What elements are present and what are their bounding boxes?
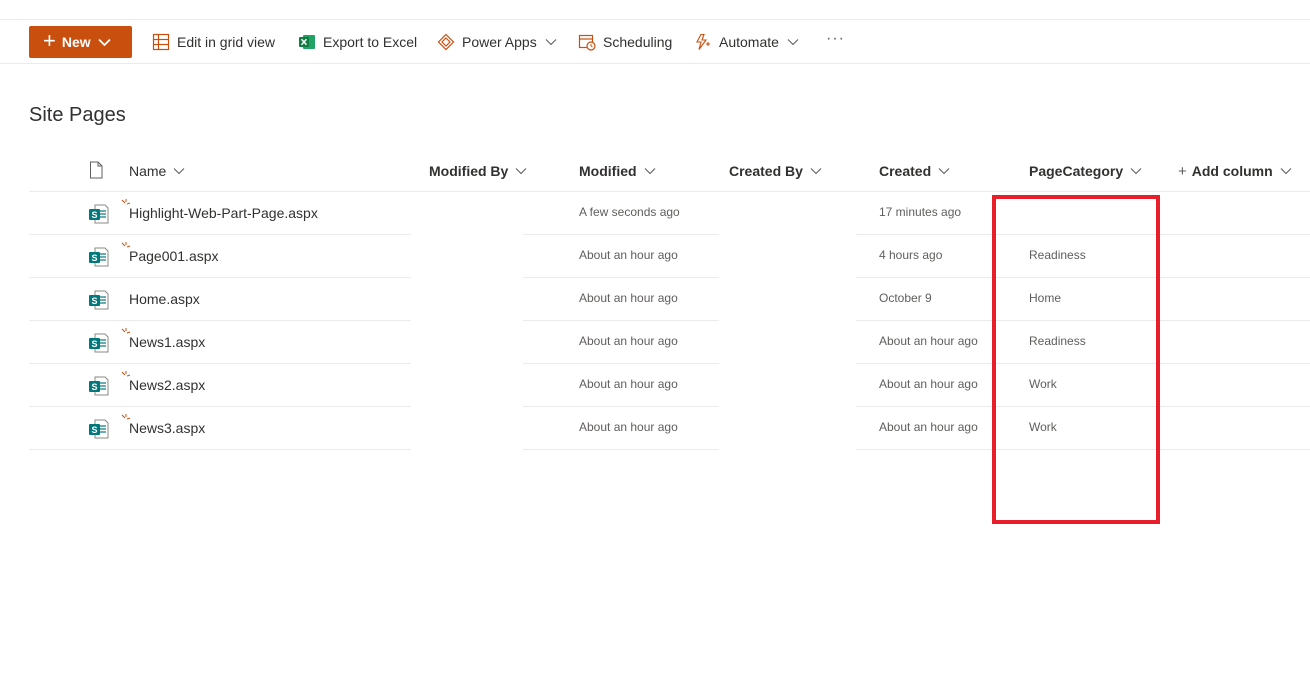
svg-text:S: S	[91, 425, 97, 435]
svg-text:S: S	[91, 339, 97, 349]
file-name-link[interactable]: News1.aspx	[129, 334, 205, 350]
column-header-name-label: Name	[129, 163, 167, 179]
file-name-link[interactable]: Page001.aspx	[129, 248, 219, 264]
export-to-excel-label: Export to Excel	[323, 34, 418, 50]
chevron-down-icon	[938, 167, 950, 175]
column-header-modified[interactable]: Modified	[579, 152, 656, 190]
created-cell: About an hour ago	[879, 420, 978, 434]
automate-button[interactable]: Automate	[693, 26, 799, 58]
add-column-label: Add column	[1191, 163, 1273, 179]
column-header-modified-by[interactable]: Modified By	[429, 152, 527, 190]
power-apps-button[interactable]: Power Apps	[436, 26, 557, 58]
new-button[interactable]: + New	[29, 26, 132, 58]
row-divider	[523, 449, 719, 450]
power-apps-icon	[436, 32, 456, 52]
add-icon: +	[1178, 162, 1187, 180]
chevron-down-icon	[545, 38, 557, 46]
power-apps-label: Power Apps	[462, 34, 537, 50]
scheduling-button[interactable]: Scheduling	[577, 26, 672, 58]
column-header-created[interactable]: Created	[879, 152, 950, 190]
chevron-down-icon	[1280, 167, 1292, 175]
sharepoint-page-icon: S	[88, 246, 110, 268]
created-cell: About an hour ago	[879, 377, 978, 391]
column-header-created-by[interactable]: Created By	[729, 152, 822, 190]
column-header-page-category-label: PageCategory	[1029, 163, 1124, 179]
column-header-created-by-label: Created By	[729, 163, 803, 179]
calendar-icon	[577, 32, 597, 52]
modified-cell: About an hour ago	[579, 334, 678, 348]
svg-text:S: S	[91, 253, 97, 263]
sharepoint-page-icon: S	[88, 375, 110, 397]
svg-text:S: S	[91, 296, 97, 306]
created-cell: October 9	[879, 291, 932, 305]
chevron-down-icon	[787, 38, 799, 46]
automate-label: Automate	[719, 34, 779, 50]
grid-icon	[151, 32, 171, 52]
sharepoint-page-icon: S	[88, 203, 110, 225]
automate-icon	[693, 32, 713, 52]
page-category-highlight-box	[992, 195, 1160, 524]
file-name-link[interactable]: News2.aspx	[129, 377, 205, 393]
file-name-link[interactable]: Home.aspx	[129, 291, 200, 307]
chevron-down-icon	[1130, 167, 1142, 175]
sharepoint-page-icon: S	[88, 418, 110, 440]
modified-cell: About an hour ago	[579, 291, 678, 305]
file-name-link[interactable]: News3.aspx	[129, 420, 205, 436]
sharepoint-page-icon: S	[88, 289, 110, 311]
chevron-down-icon	[98, 38, 111, 47]
chevron-down-icon	[173, 167, 185, 175]
created-cell: 4 hours ago	[879, 248, 943, 262]
created-cell: 17 minutes ago	[879, 205, 962, 219]
edit-grid-view-button[interactable]: Edit in grid view	[151, 26, 275, 58]
file-name-link[interactable]: Highlight-Web-Part-Page.aspx	[129, 205, 318, 221]
sharepoint-page-icon: S	[88, 332, 110, 354]
chevron-down-icon	[644, 167, 656, 175]
column-header-modified-by-label: Modified By	[429, 163, 509, 179]
column-header-page-category[interactable]: PageCategory	[1029, 152, 1142, 190]
chevron-down-icon	[515, 167, 527, 175]
column-header-name[interactable]: Name	[129, 152, 185, 190]
add-column-button[interactable]: + Add column	[1178, 152, 1292, 190]
column-header-modified-label: Modified	[579, 163, 637, 179]
excel-icon	[297, 32, 317, 52]
svg-text:S: S	[91, 382, 97, 392]
page-title: Site Pages	[29, 104, 126, 126]
more-options-button[interactable]: ···	[826, 30, 845, 48]
modified-cell: A few seconds ago	[579, 205, 680, 219]
modified-cell: About an hour ago	[579, 248, 678, 262]
file-icon	[88, 161, 104, 182]
export-to-excel-button[interactable]: Export to Excel	[297, 26, 417, 58]
new-button-label: New	[61, 34, 91, 50]
modified-cell: About an hour ago	[579, 377, 678, 391]
row-divider	[29, 449, 411, 450]
svg-text:S: S	[91, 210, 97, 220]
plus-icon: +	[43, 28, 56, 53]
scheduling-label: Scheduling	[603, 34, 673, 50]
modified-cell: About an hour ago	[579, 420, 678, 434]
column-header-created-label: Created	[879, 163, 932, 179]
edit-grid-view-label: Edit in grid view	[177, 34, 276, 50]
file-type-column-header[interactable]	[88, 152, 104, 190]
chevron-down-icon	[810, 167, 822, 175]
created-cell: About an hour ago	[879, 334, 978, 348]
command-bar: + New Edit in grid view Export to Excel …	[0, 20, 1310, 64]
